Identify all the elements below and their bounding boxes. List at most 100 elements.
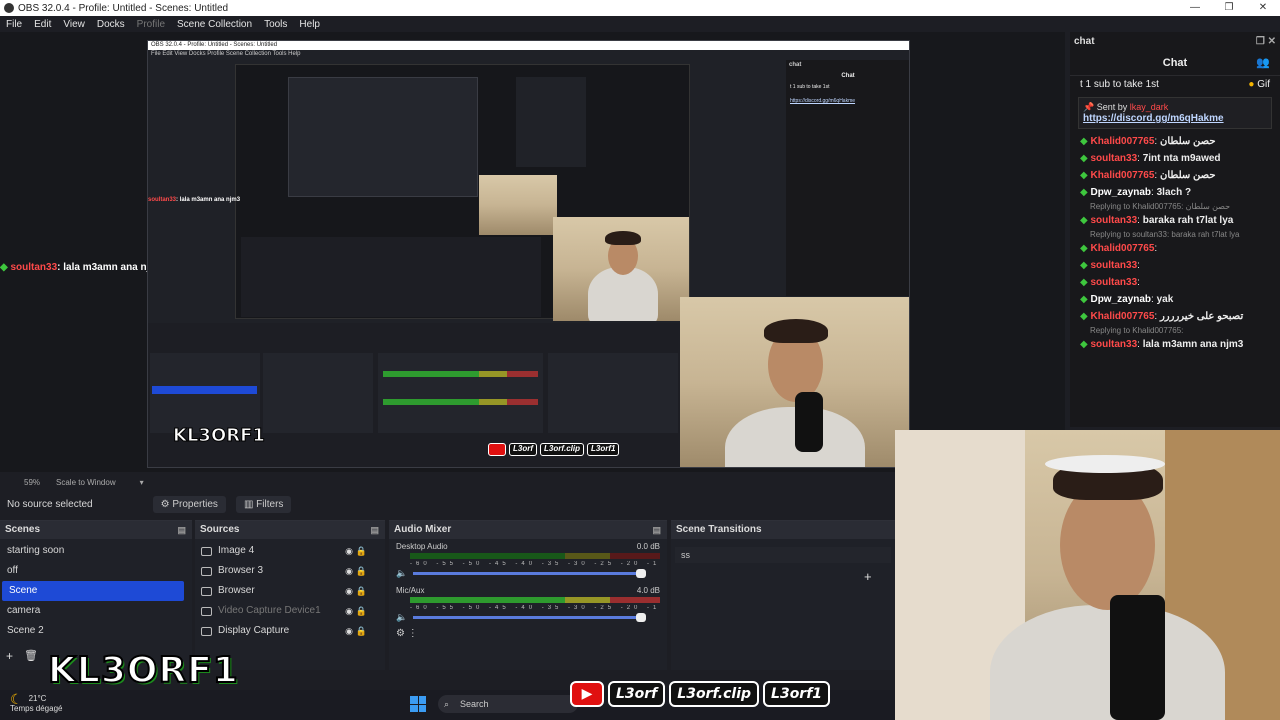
popout-icon[interactable]: ▤: [370, 521, 379, 539]
popout-icon[interactable]: ▤: [652, 521, 661, 539]
social-banner: ▶ L3orf L3orf.clip L3orf1: [570, 679, 831, 709]
badge-icon: ◆: [1080, 339, 1091, 350]
lock-icon[interactable]: 🔒: [356, 541, 367, 561]
source-type-icon: [201, 626, 212, 636]
chat-text: حصن سلطان: [1159, 170, 1216, 181]
nested-overlay-chat: soultan33: lala m3amn ana njm3: [148, 197, 241, 203]
scene-item[interactable]: Scene 2: [0, 621, 192, 641]
discord-link[interactable]: https://discord.gg/m6qHakme: [1083, 113, 1224, 124]
chevron-down-icon[interactable]: ▾: [140, 478, 144, 487]
speaker-icon[interactable]: 🔈: [396, 568, 407, 579]
chat-dock: chat ❐ ✕ Chat 👥 t 1 sub to take 1st ● Gif …: [1070, 32, 1280, 427]
chat-message[interactable]: ◆ soultan33:: [1070, 274, 1280, 291]
mic-aux-label: Mic/Aux: [396, 586, 425, 595]
filters-button[interactable]: ▥ Filters: [235, 495, 292, 513]
windows-start-icon[interactable]: [410, 696, 426, 712]
menu-view[interactable]: View: [63, 19, 85, 30]
chat-message[interactable]: ◆ soultan33: baraka rah t7lat lya: [1070, 212, 1280, 229]
mic-volume-slider[interactable]: [413, 613, 646, 622]
lock-icon[interactable]: 🔒: [356, 621, 367, 641]
chat-username[interactable]: soultan33: [1090, 215, 1137, 226]
scene-item[interactable]: camera: [0, 601, 192, 621]
lock-icon[interactable]: 🔒: [356, 581, 367, 601]
sub-banner[interactable]: t 1 sub to take 1st ● Gif: [1070, 76, 1280, 93]
maximize-button[interactable]: ❐: [1212, 0, 1246, 16]
menu-scene-collection[interactable]: Scene Collection: [177, 19, 252, 30]
nested-scenes: [150, 353, 260, 433]
chat-username[interactable]: Khalid007765: [1090, 311, 1154, 322]
add-transition-button[interactable]: +: [864, 569, 872, 584]
chat-text: baraka rah t7lat lya: [1142, 215, 1234, 226]
gif-button[interactable]: ● Gif: [1248, 79, 1270, 90]
desktop-volume-slider[interactable]: [413, 569, 646, 578]
chat-dock-title: chat: [1074, 36, 1095, 47]
chat-username[interactable]: Khalid007765: [1090, 136, 1154, 147]
brand-logo: KL3ORF1: [47, 649, 239, 692]
visibility-eye-icon[interactable]: ◉: [345, 561, 353, 581]
scene-item[interactable]: starting soon: [0, 541, 192, 561]
minimize-button[interactable]: —: [1178, 0, 1212, 16]
weather-text: Temps dégagé: [10, 704, 63, 713]
users-icon[interactable]: 👥: [1256, 50, 1270, 76]
transition-select[interactable]: ss: [675, 547, 891, 563]
chat-message[interactable]: ◆ soultan33:: [1070, 257, 1280, 274]
chat-message[interactable]: ◆ Khalid007765:: [1070, 240, 1280, 257]
taskbar-search[interactable]: ⌕ Search: [438, 695, 578, 713]
chat-message[interactable]: ◆ soultan33: 7int nta m9awed: [1070, 150, 1280, 167]
zoom-level[interactable]: 59%: [24, 478, 40, 487]
add-scene-button[interactable]: +: [6, 649, 13, 663]
nested-title: OBS 32.0.4 - Profile: Untitled - Scenes:…: [148, 41, 909, 50]
chat-message[interactable]: ◆ Dpw_zaynab: 3lach ?: [1070, 184, 1280, 201]
visibility-eye-icon[interactable]: ◉: [345, 581, 353, 601]
speaker-icon[interactable]: 🔈: [396, 612, 407, 623]
menu-edit[interactable]: Edit: [34, 19, 51, 30]
scale-select[interactable]: Scale to Window: [56, 478, 116, 487]
coin-icon: ●: [1248, 79, 1255, 90]
source-item[interactable]: Video Capture Device1 ◉ 🔒: [195, 601, 385, 621]
menu-help[interactable]: Help: [299, 19, 320, 30]
chat-username[interactable]: Dpw_zaynab: [1090, 294, 1151, 305]
chat-username[interactable]: soultan33: [1090, 339, 1137, 350]
chat-username[interactable]: Dpw_zaynab: [1090, 187, 1151, 198]
chat-message[interactable]: ◆ Khalid007765: تصبحو على خيررررر: [1070, 308, 1280, 325]
visibility-eye-icon[interactable]: ◉: [345, 541, 353, 561]
scene-item[interactable]: Scene: [2, 581, 184, 601]
chat-username[interactable]: Khalid007765: [1090, 170, 1154, 181]
source-item[interactable]: Display Capture ◉ 🔒: [195, 621, 385, 641]
pinned-message: 📌 Sent by lkay_dark https://discord.gg/m…: [1078, 97, 1272, 129]
weather-widget[interactable]: ☾ 21°C Temps dégagé: [10, 692, 63, 714]
sub-banner-text: t 1 sub to take 1st: [1080, 79, 1159, 90]
mixer-settings-icon[interactable]: ⚙ ⋮: [396, 628, 660, 639]
lock-icon[interactable]: 🔒: [356, 601, 367, 621]
scene-item[interactable]: off: [0, 561, 192, 581]
source-label: Display Capture: [218, 625, 290, 636]
source-item[interactable]: Browser ◉ 🔒: [195, 581, 385, 601]
chat-username[interactable]: soultan33: [1090, 260, 1137, 271]
dock-controls-icon[interactable]: ❐ ✕: [1256, 36, 1276, 47]
properties-button[interactable]: ⚙ Properties: [152, 495, 226, 513]
visibility-eye-icon[interactable]: ◉: [345, 601, 353, 621]
chat-username[interactable]: soultan33: [1090, 277, 1137, 288]
menu-tools[interactable]: Tools: [264, 19, 287, 30]
filter-icon: ▥: [243, 498, 254, 510]
chat-message[interactable]: ◆ Khalid007765: حصن سلطان: [1070, 167, 1280, 184]
popout-icon[interactable]: ▤: [177, 521, 186, 539]
chat-username[interactable]: Khalid007765: [1090, 243, 1154, 254]
chat-message[interactable]: ◆ soultan33: lala m3amn ana njm3: [1070, 336, 1280, 353]
menu-docks[interactable]: Docks: [97, 19, 125, 30]
chat-message[interactable]: ◆ Khalid007765: حصن سلطان: [1070, 133, 1280, 150]
chat-username[interactable]: soultan33: [1090, 153, 1137, 164]
close-button[interactable]: ✕: [1246, 0, 1280, 16]
badge-icon: ◆: [1080, 294, 1091, 305]
menu-profile[interactable]: Profile: [137, 19, 165, 30]
mic-aux-ticks: -60 -55 -50 -45 -40 -35 -30 -25 -20 -15 …: [410, 605, 660, 611]
lock-icon[interactable]: 🔒: [356, 561, 367, 581]
nested-chat-mini: [516, 77, 586, 167]
menu-file[interactable]: File: [6, 19, 22, 30]
chat-message[interactable]: ◆ Dpw_zaynab: yak: [1070, 291, 1280, 308]
source-item[interactable]: Image 4 ◉ 🔒: [195, 541, 385, 561]
source-item[interactable]: Browser 3 ◉ 🔒: [195, 561, 385, 581]
trash-icon[interactable]: 🗑: [24, 649, 38, 662]
visibility-eye-icon[interactable]: ◉: [345, 621, 353, 641]
preview-toolbar: 59% Scale to Window ▾: [0, 474, 895, 490]
